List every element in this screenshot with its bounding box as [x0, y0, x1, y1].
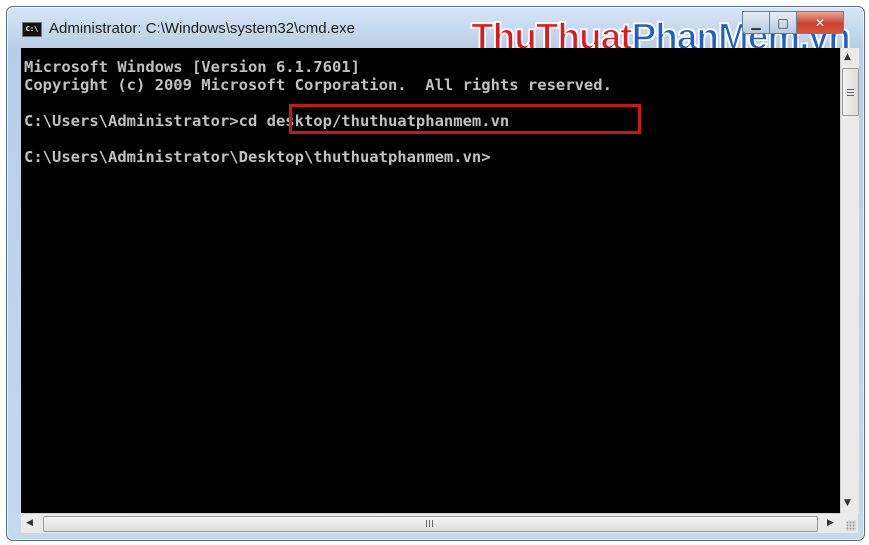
resize-grip[interactable] [840, 513, 858, 533]
horizontal-scrollbar[interactable]: ◀ ▶ [21, 513, 840, 533]
close-icon: ✕ [814, 15, 826, 30]
vertical-scroll-thumb[interactable] [842, 68, 859, 116]
maximize-icon: □ [777, 15, 789, 30]
maximize-button[interactable]: □ [769, 11, 797, 34]
cmd-window: C:\ Administrator: C:\Windows\system32\c… [6, 6, 865, 541]
window-title: Administrator: C:\Windows\system32\cmd.e… [49, 20, 355, 37]
down-arrow-icon[interactable]: ▼ [844, 498, 851, 508]
vertical-scrollbar[interactable]: ▲ ▼ [840, 48, 859, 513]
up-arrow-icon[interactable]: ▲ [844, 52, 851, 62]
console-line-1: Microsoft Windows [Version 6.1.7601] [24, 58, 360, 76]
minimize-icon: ▁ [751, 15, 761, 30]
cmd-app-icon[interactable]: C:\ [22, 22, 42, 37]
console-area[interactable]: Microsoft Windows [Version 6.1.7601] Cop… [21, 48, 840, 513]
console-line-2: Copyright (c) 2009 Microsoft Corporation… [24, 76, 612, 94]
console-line-6: C:\Users\Administrator\Desktop\thuthuatp… [24, 148, 491, 166]
close-button[interactable]: ✕ [796, 11, 844, 34]
command-highlight-box [289, 104, 641, 134]
left-arrow-icon[interactable]: ◀ [26, 518, 33, 528]
horizontal-scroll-thumb[interactable] [43, 516, 818, 532]
minimize-button[interactable]: ▁ [742, 11, 770, 34]
right-arrow-icon[interactable]: ▶ [827, 518, 834, 528]
title-bar[interactable]: C:\ Administrator: C:\Windows\system32\c… [7, 7, 864, 57]
